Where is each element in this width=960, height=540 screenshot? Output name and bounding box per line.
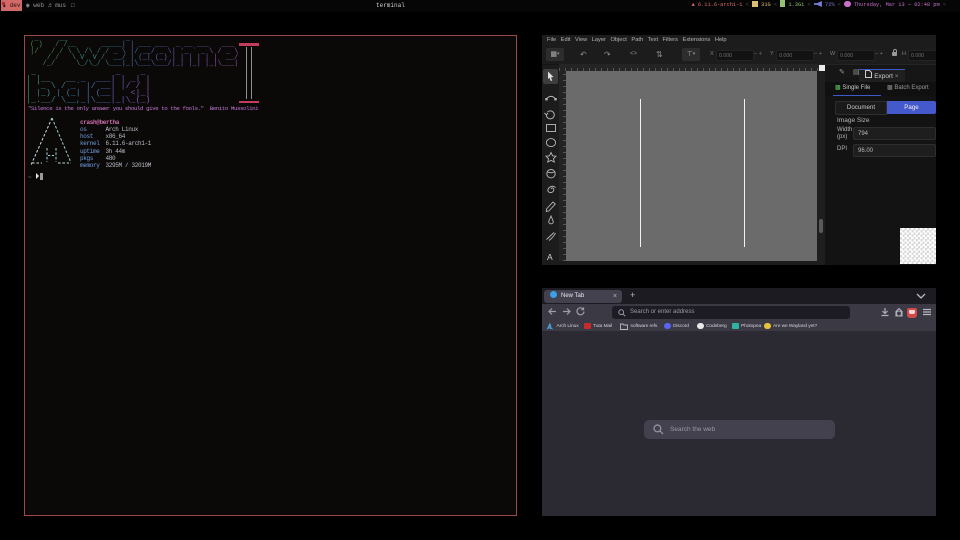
svg-text:A: A (547, 252, 553, 262)
